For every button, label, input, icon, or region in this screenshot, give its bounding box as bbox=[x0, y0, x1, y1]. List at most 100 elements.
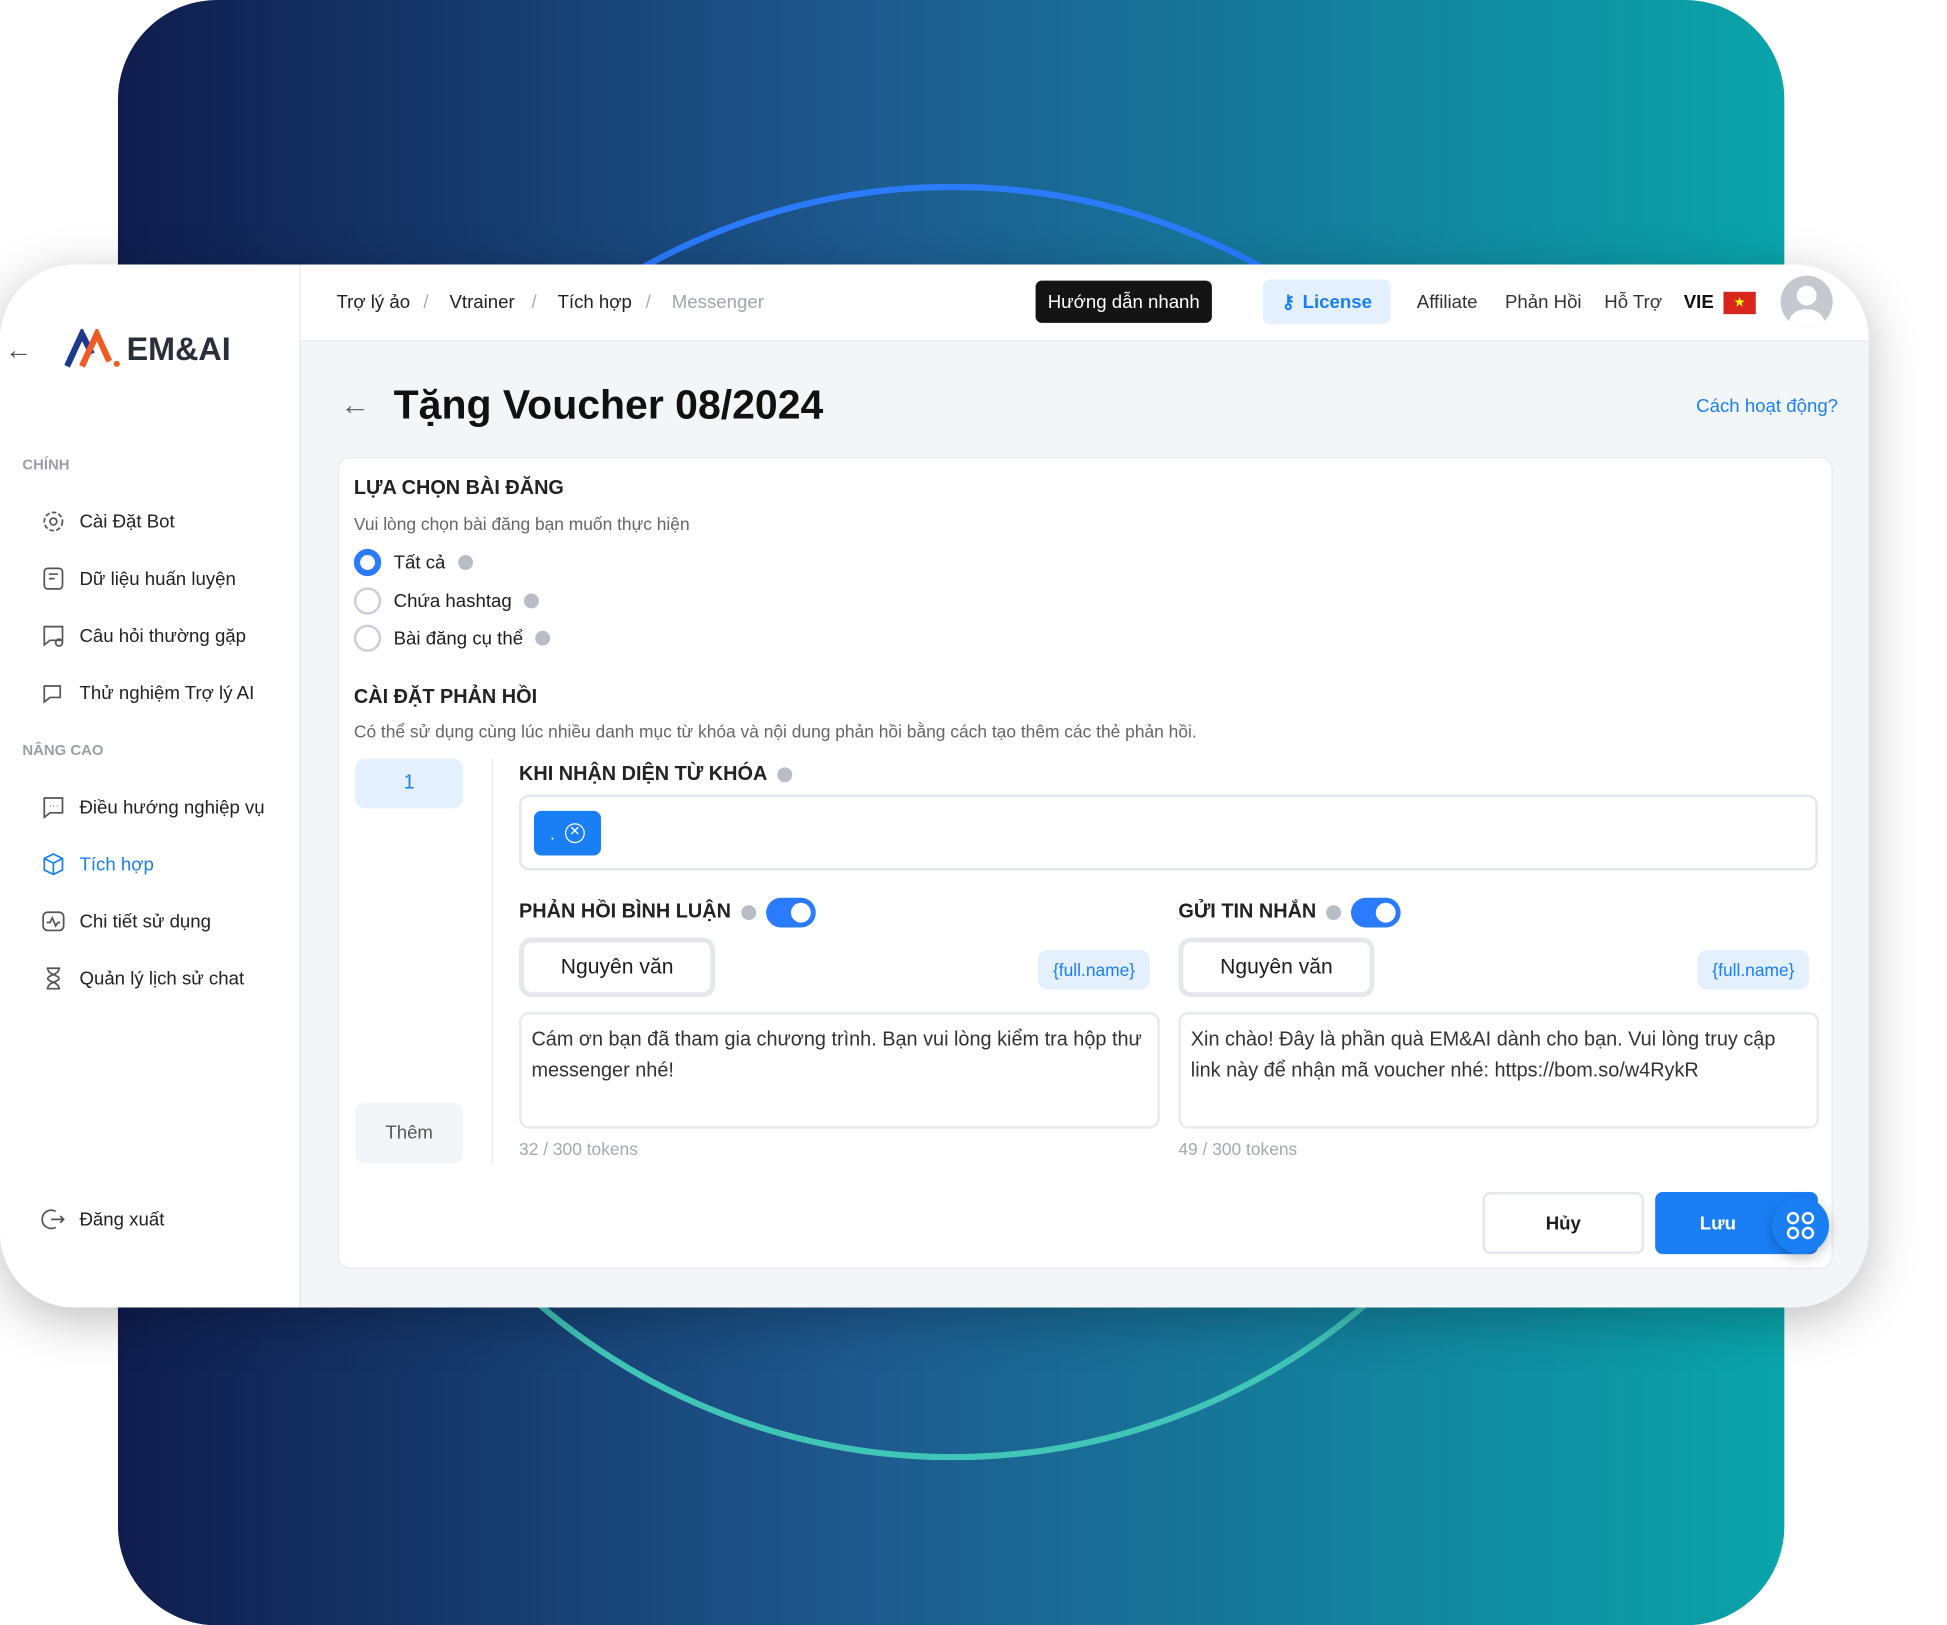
comment-token-count: 32 / 300 tokens bbox=[519, 1138, 638, 1159]
keyword-input[interactable]: . ✕ bbox=[519, 794, 1818, 871]
settings-card: LỰA CHỌN BÀI ĐĂNG Vui lòng chọn bài đăng… bbox=[337, 456, 1833, 1270]
info-icon[interactable] bbox=[524, 593, 540, 609]
sidebar-item-label: Thử nghiệm Trợ lý AI bbox=[79, 682, 255, 704]
sidebar: ← EM&AI CHÍNH Cài Đặt Bot Dữ liệu huấn l… bbox=[0, 264, 301, 1308]
radio-label: Bài đăng cụ thể bbox=[393, 627, 524, 649]
how-it-works-link[interactable]: Cách hoạt động? bbox=[1696, 396, 1838, 417]
keyword-tag: . ✕ bbox=[533, 810, 601, 856]
logo: EM&AI bbox=[64, 329, 231, 369]
sidebar-item-bot-settings[interactable]: Cài Đặt Bot bbox=[40, 508, 175, 535]
message-toggle[interactable] bbox=[1351, 897, 1401, 928]
sidebar-item-label: Câu hỏi thường gặp bbox=[79, 625, 247, 647]
sidebar-item-usage[interactable]: Chi tiết sử dụng bbox=[40, 908, 211, 935]
message-verbatim-button[interactable]: Nguyên văn bbox=[1178, 937, 1375, 998]
section-label-main: CHÍNH bbox=[22, 455, 70, 474]
radio-specific-post[interactable]: Bài đăng cụ thể bbox=[353, 624, 551, 652]
vietnam-flag-icon: ★ bbox=[1723, 291, 1756, 315]
sidebar-item-label: Dữ liệu huấn luyện bbox=[79, 568, 236, 590]
sidebar-item-faq[interactable]: Câu hỏi thường gặp bbox=[40, 622, 246, 649]
reply-desc: Có thể sử dụng cùng lúc nhiều danh mục t… bbox=[353, 721, 1197, 742]
keyword-label-text: KHI NHẬN DIỆN TỪ KHÓA bbox=[519, 763, 768, 785]
sidebar-item-training-data[interactable]: Dữ liệu huấn luyện bbox=[40, 565, 236, 592]
info-icon[interactable] bbox=[535, 630, 551, 646]
message-header: GỬI TIN NHẮN bbox=[1178, 897, 1401, 928]
collapse-arrow-icon[interactable]: ← bbox=[5, 334, 32, 366]
sidebar-item-label: Chi tiết sử dụng bbox=[79, 910, 212, 932]
document-icon bbox=[43, 567, 64, 590]
sidebar-item-integration[interactable]: Tích hợp bbox=[40, 851, 154, 878]
breadcrumb-item[interactable]: Trợ lý ảo bbox=[337, 292, 411, 313]
comment-reply-toggle[interactable] bbox=[765, 897, 816, 928]
sidebar-item-label: Quản lý lịch sử chat bbox=[79, 967, 245, 990]
back-arrow-icon[interactable]: ← bbox=[340, 389, 370, 424]
message-fullname-chip[interactable]: {full.name} bbox=[1697, 949, 1810, 990]
info-icon[interactable] bbox=[740, 905, 756, 921]
remove-tag-icon[interactable]: ✕ bbox=[564, 823, 585, 844]
support-link[interactable]: Hỗ Trợ bbox=[1604, 292, 1662, 313]
radio-button[interactable] bbox=[353, 548, 382, 577]
logo-text: EM&AI bbox=[126, 329, 231, 367]
reply-card-tab-1[interactable]: 1 bbox=[355, 758, 464, 809]
breadcrumb-separator: / bbox=[645, 291, 651, 313]
comment-reply-textarea[interactable]: Cám ơn bạn đã tham gia chương trình. Bạn… bbox=[519, 1011, 1160, 1129]
breadcrumb-separator: / bbox=[531, 291, 537, 313]
app-window: ← EM&AI CHÍNH Cài Đặt Bot Dữ liệu huấn l… bbox=[0, 264, 1869, 1308]
cube-icon bbox=[43, 853, 64, 876]
info-icon[interactable] bbox=[457, 555, 473, 570]
message-label: GỬI TIN NHẮN bbox=[1178, 901, 1317, 923]
comment-fullname-chip[interactable]: {full.name} bbox=[1038, 949, 1151, 990]
keyword-tag-text: . bbox=[550, 823, 555, 844]
section-label-advanced: NÂNG CAO bbox=[22, 741, 104, 759]
logout-label: Đăng xuất bbox=[79, 1208, 165, 1230]
message-textarea[interactable]: Xin chào! Đây là phần quà EM&AI dành cho… bbox=[1178, 1011, 1820, 1129]
radio-button[interactable] bbox=[353, 624, 382, 652]
license-label: License bbox=[1302, 291, 1373, 313]
breadcrumb-item[interactable]: Vtrainer bbox=[449, 292, 514, 313]
logout-icon bbox=[41, 1209, 65, 1230]
sidebar-item-label: Điều hướng nghiệp vụ bbox=[79, 796, 265, 818]
radio-hashtag[interactable]: Chứa hashtag bbox=[353, 587, 540, 615]
comment-reply-label: PHẢN HỒI BÌNH LUẬN bbox=[519, 901, 731, 923]
post-select-heading: LỰA CHỌN BÀI ĐĂNG bbox=[353, 478, 564, 500]
hourglass-icon bbox=[46, 967, 61, 990]
gear-icon bbox=[43, 511, 64, 532]
activity-icon bbox=[42, 911, 65, 932]
post-select-desc: Vui lòng chọn bài đăng bạn muốn thực hiệ… bbox=[353, 514, 690, 534]
reply-heading: CÀI ĐẶT PHẢN HỒI bbox=[353, 686, 538, 708]
avatar[interactable] bbox=[1780, 275, 1833, 328]
license-button[interactable]: ⚷ License bbox=[1262, 279, 1391, 325]
breadcrumb-separator: / bbox=[423, 291, 429, 313]
radio-label: Chứa hashtag bbox=[393, 590, 512, 612]
sidebar-item-chat-history[interactable]: Quản lý lịch sử chat bbox=[40, 965, 244, 992]
info-icon[interactable] bbox=[1326, 905, 1342, 921]
radio-all[interactable]: Tất cả bbox=[353, 548, 473, 577]
chat-icon bbox=[43, 685, 62, 704]
chat-search-icon bbox=[43, 625, 64, 647]
chat-dots-icon bbox=[43, 797, 64, 820]
message-token-count: 49 / 300 tokens bbox=[1178, 1138, 1298, 1159]
info-icon[interactable] bbox=[777, 767, 793, 782]
comment-verbatim-button[interactable]: Nguyên văn bbox=[519, 937, 716, 998]
quick-guide-button[interactable]: Hướng dẫn nhanh bbox=[1035, 280, 1212, 323]
sidebar-item-label: Tích hợp bbox=[79, 853, 154, 875]
page-title: Tặng Voucher 08/2024 bbox=[393, 381, 824, 428]
topbar: Trợ lý ảo / Vtrainer / Tích hợp / Messen… bbox=[300, 264, 1869, 342]
radio-label: Tất cả bbox=[393, 551, 446, 574]
add-reply-card-button[interactable]: Thêm bbox=[355, 1102, 464, 1164]
sidebar-item-label: Cài Đặt Bot bbox=[79, 510, 175, 533]
comment-reply-header: PHẢN HỒI BÌNH LUẬN bbox=[519, 897, 816, 928]
sidebar-item-routing[interactable]: Điều hướng nghiệp vụ bbox=[40, 793, 265, 820]
radio-button[interactable] bbox=[353, 587, 382, 615]
feedback-link[interactable]: Phản Hồi bbox=[1505, 292, 1582, 313]
language-selector[interactable]: VIE bbox=[1684, 292, 1714, 313]
divider bbox=[491, 758, 493, 1164]
affiliate-link[interactable]: Affiliate bbox=[1417, 292, 1478, 313]
key-icon: ⚷ bbox=[1281, 291, 1296, 313]
apps-grid-icon[interactable] bbox=[1771, 1196, 1830, 1255]
cancel-button[interactable]: Hủy bbox=[1482, 1192, 1645, 1255]
logout-button[interactable]: Đăng xuất bbox=[40, 1206, 165, 1233]
breadcrumb-current: Messenger bbox=[671, 291, 764, 313]
sidebar-item-test-ai[interactable]: Thử nghiệm Trợ lý AI bbox=[40, 679, 255, 706]
breadcrumb-item[interactable]: Tích hợp bbox=[558, 292, 632, 313]
keyword-label: KHI NHẬN DIỆN TỪ KHÓA bbox=[519, 763, 793, 786]
